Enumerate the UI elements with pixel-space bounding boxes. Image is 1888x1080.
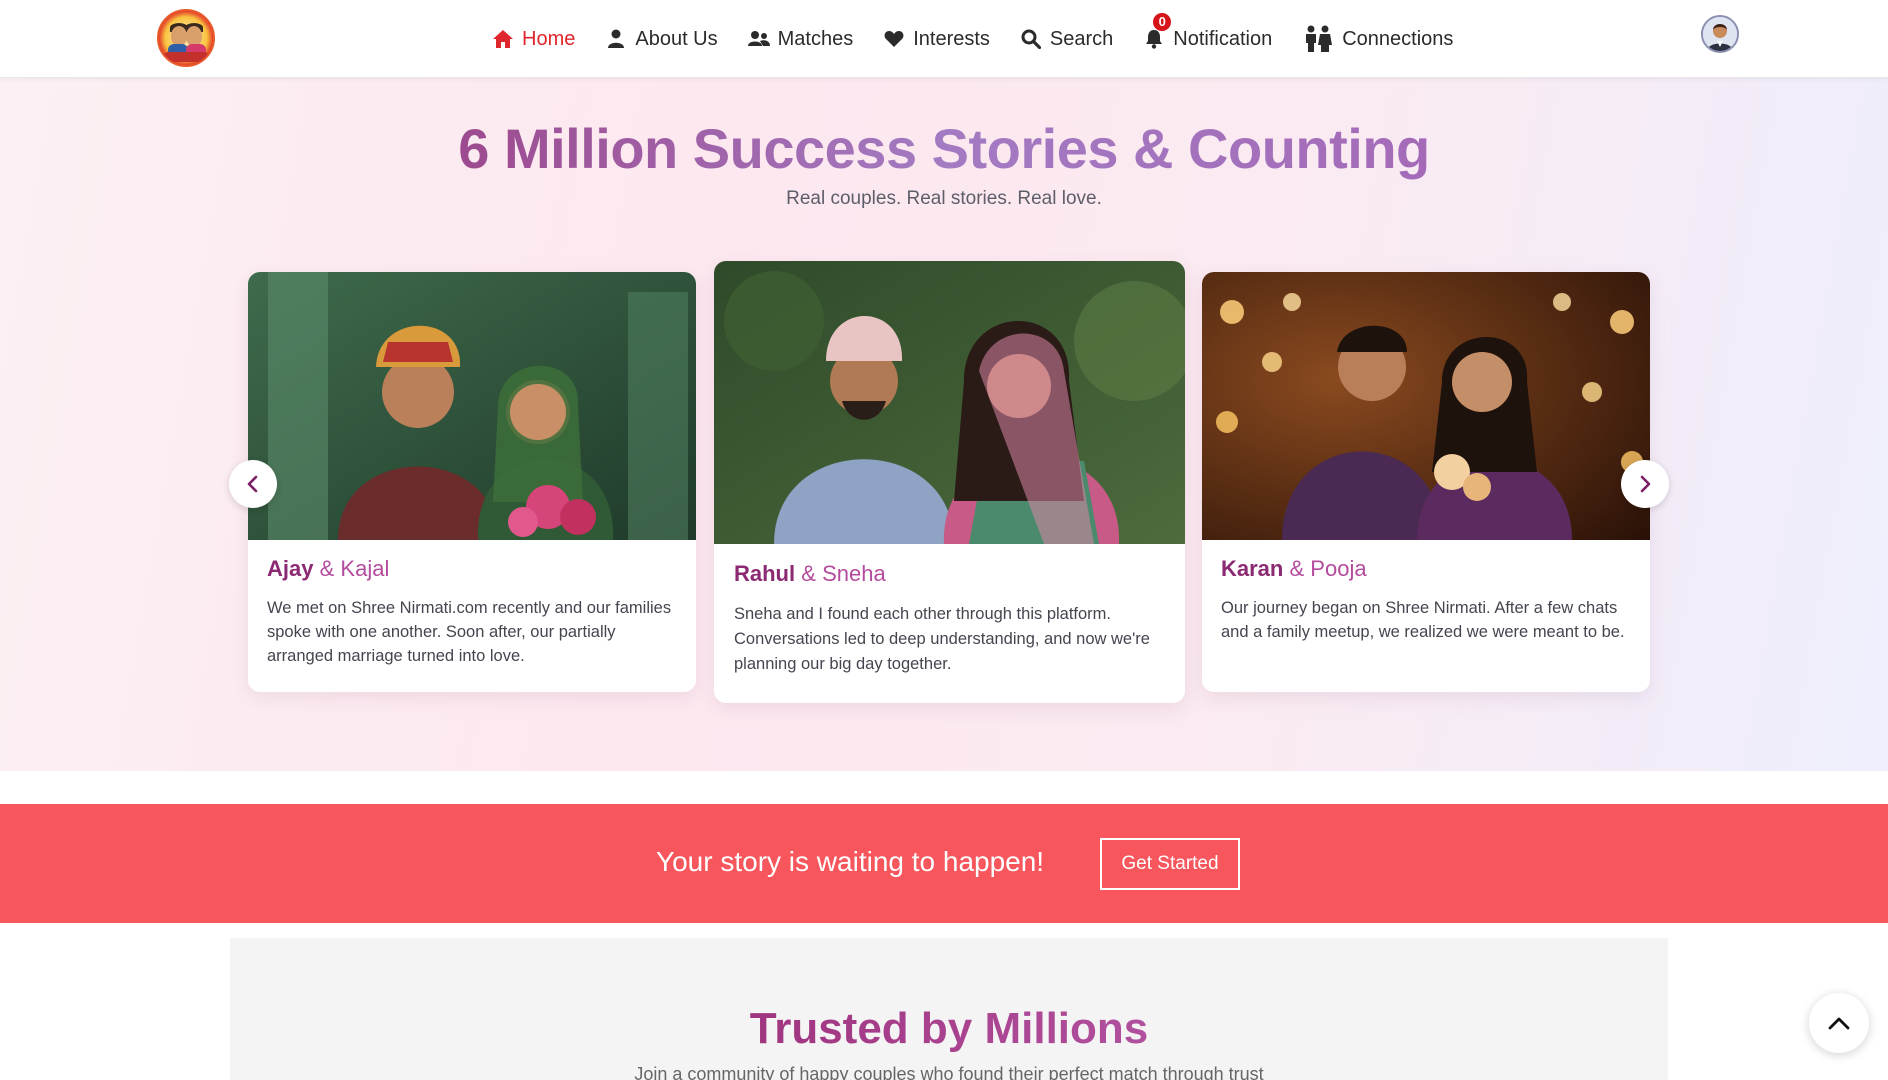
user-icon <box>605 28 627 50</box>
main-nav: Home About Us Matches Interests Search 0… <box>492 0 1483 78</box>
nav-matches-label: Matches <box>777 27 854 50</box>
nav-about-us[interactable]: About Us <box>605 27 718 51</box>
story-text: Our journey began on Shree Nirmati. Afte… <box>1221 599 1625 641</box>
chevron-up-icon <box>1828 1017 1850 1030</box>
trusted-title: Trusted by Millions <box>749 1004 1149 1053</box>
story-card[interactable]: Rahul & Sneha Sneha and I found each oth… <box>714 261 1185 703</box>
site-logo[interactable] <box>157 9 215 67</box>
heart-icon <box>883 28 905 50</box>
nav-about-us-label: About Us <box>635 27 718 50</box>
nav-notification-label: Notification <box>1173 27 1273 50</box>
couple-names: Ajay & Kajal <box>267 556 390 581</box>
story-card[interactable]: Ajay & Kajal We met on Shree Nirmati.com… <box>248 272 696 692</box>
user-avatar[interactable] <box>1701 15 1739 53</box>
nav-interests-label: Interests <box>913 27 990 50</box>
bell-icon <box>1143 28 1165 50</box>
success-stories-section: 6 Million Success Stories & Counting Rea… <box>0 78 1888 771</box>
story-card[interactable]: Karan & Pooja Our journey began on Shree… <box>1202 272 1650 692</box>
users-icon <box>747 28 770 50</box>
story-text: Sneha and I found each other through thi… <box>734 605 1150 673</box>
hero-title: 6 Million Success Stories & Counting <box>458 117 1430 180</box>
nav-connections[interactable]: Connections <box>1302 25 1454 52</box>
home-icon <box>492 28 514 50</box>
carousel-next-button[interactable] <box>1621 460 1669 508</box>
trusted-subtitle: Join a community of happy couples who fo… <box>634 1064 1264 1080</box>
nav-interests[interactable]: Interests <box>883 28 990 51</box>
top-navbar: Home About Us Matches Interests Search 0… <box>0 0 1888 78</box>
couple-icon <box>1302 25 1334 52</box>
search-icon <box>1020 28 1042 50</box>
notification-badge: 0 <box>1153 12 1172 31</box>
couple-names: Rahul & Sneha <box>734 561 886 586</box>
cta-banner: Your story is waiting to happen! Get Sta… <box>0 804 1888 923</box>
nav-connections-label: Connections <box>1342 27 1454 50</box>
cta-text: Your story is waiting to happen! <box>656 846 1045 877</box>
hero-subtitle: Real couples. Real stories. Real love. <box>786 188 1102 209</box>
nav-notification[interactable]: 0 Notification <box>1143 12 1273 51</box>
get-started-button[interactable]: Get Started <box>1100 838 1240 890</box>
scroll-to-top-button[interactable] <box>1809 993 1869 1053</box>
nav-home[interactable]: Home <box>492 28 575 51</box>
nav-search[interactable]: Search <box>1020 28 1113 51</box>
couple-photo <box>1202 272 1650 540</box>
carousel-prev-button[interactable] <box>229 460 277 508</box>
chevron-left-icon <box>247 475 258 493</box>
nav-home-label: Home <box>522 27 576 50</box>
nav-search-label: Search <box>1049 27 1114 50</box>
couple-photo <box>248 272 696 540</box>
nav-matches[interactable]: Matches <box>747 27 854 51</box>
chevron-right-icon <box>1640 475 1651 493</box>
story-text: We met on Shree Nirmati.com recently and… <box>267 599 672 665</box>
couple-names: Karan & Pooja <box>1221 556 1367 581</box>
couple-photo <box>714 261 1185 544</box>
trusted-section: Trusted by Millions Join a community of … <box>230 938 1668 1080</box>
